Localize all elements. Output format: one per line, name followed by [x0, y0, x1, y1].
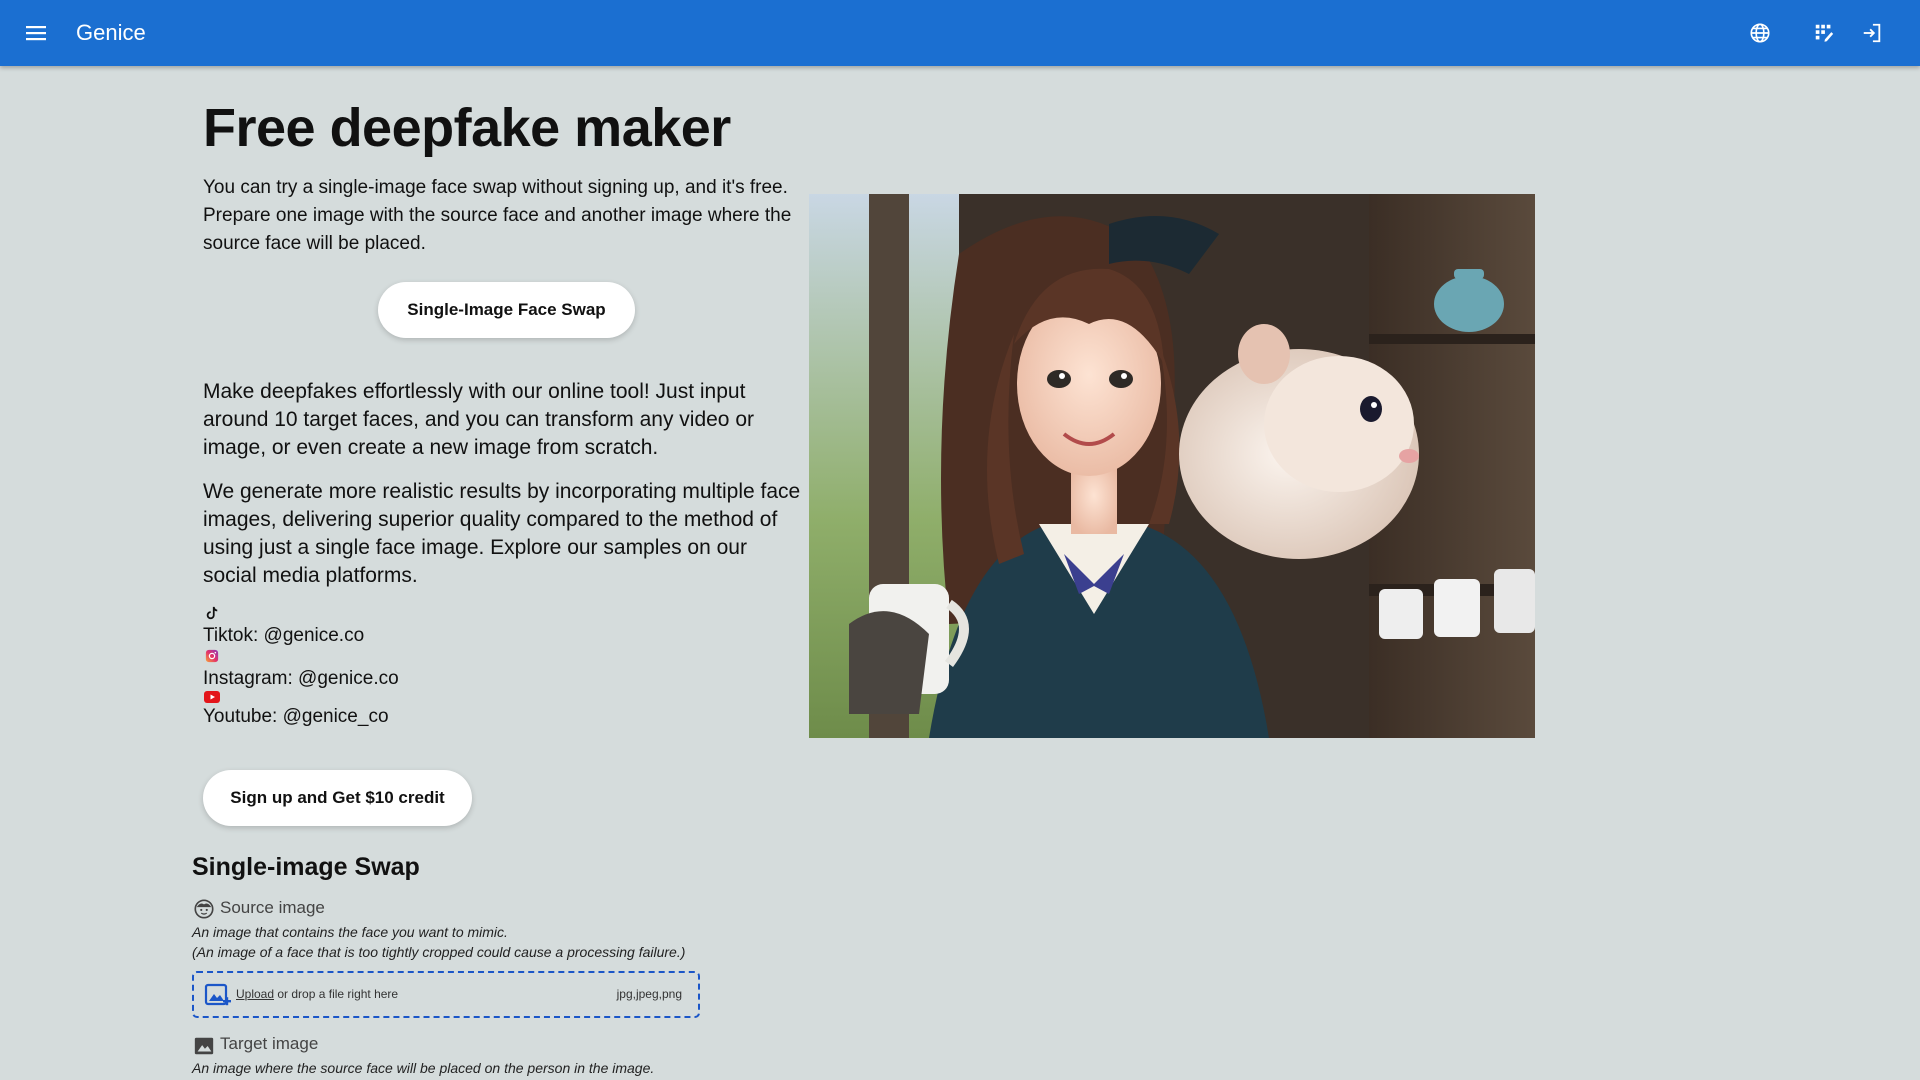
accepted-file-types: jpg,jpeg,png [616, 987, 682, 1001]
face-icon [194, 899, 214, 919]
login-icon [1863, 23, 1881, 43]
upload-instruction-rest: or drop a file right here [274, 987, 399, 1001]
source-upload-dropzone[interactable]: Upload or drop a file right here jpg,jpe… [192, 971, 700, 1018]
tiktok-link[interactable]: Tiktok: @genice.co [203, 624, 364, 648]
dashboard-icon [1815, 24, 1834, 42]
hero-image [809, 194, 1535, 738]
target-hint: An image where the source face will be p… [192, 1060, 655, 1076]
dashboard-button[interactable] [1808, 17, 1840, 49]
instagram-icon [205, 649, 219, 663]
youtube-icon [204, 691, 220, 703]
image-icon [194, 1037, 214, 1055]
single-image-face-swap-button[interactable]: Single-Image Face Swap [378, 282, 635, 338]
intro-text: You can try a single-image face swap wit… [203, 177, 792, 254]
source-hint-1: An image that contains the face you want… [192, 924, 508, 940]
source-image-label: Source image [220, 898, 325, 917]
youtube-link[interactable]: Youtube: @genice_co [203, 705, 389, 729]
single-swap-title: Single-image Swap [192, 853, 420, 881]
language-button[interactable] [1744, 17, 1776, 49]
login-button[interactable] [1856, 17, 1888, 49]
target-image-label: Target image [220, 1034, 319, 1053]
instagram-link[interactable]: Instagram: @genice.co [203, 667, 399, 691]
source-hint-2: (An image of a face that is too tightly … [192, 944, 686, 960]
signup-button[interactable]: Sign up and Get $10 credit [203, 770, 472, 826]
menu-icon [26, 26, 46, 41]
globe-icon [1750, 23, 1770, 43]
menu-button[interactable] [20, 17, 52, 49]
add-image-icon [204, 983, 231, 1006]
page-title: Free deepfake maker [203, 98, 731, 158]
description-paragraph-2: We generate more realistic results by in… [203, 480, 801, 587]
upload-instruction: Upload or drop a file right here [236, 987, 398, 1001]
brand-name[interactable]: Genice [76, 19, 146, 47]
description-paragraph-1: Make deepfakes effortlessly with our onl… [203, 380, 754, 459]
tiktok-icon [206, 606, 218, 620]
upload-link[interactable]: Upload [236, 987, 274, 1001]
app-bar: Genice [0, 0, 1920, 66]
